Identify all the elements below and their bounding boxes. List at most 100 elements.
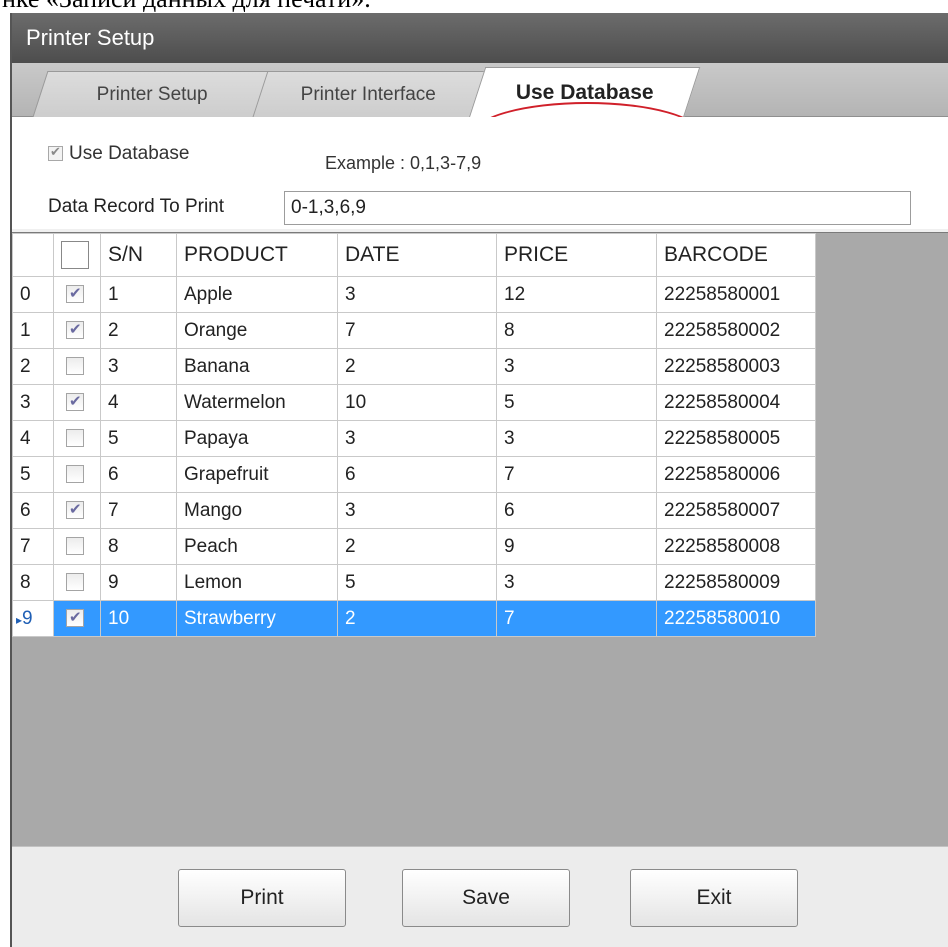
data-record-input[interactable] — [284, 191, 911, 225]
checkbox-icon — [61, 241, 89, 269]
checkbox-icon — [66, 392, 84, 412]
cell-barcode: 22258580004 — [656, 384, 816, 421]
tab-printer-setup[interactable]: Printer Setup — [32, 71, 272, 117]
cell-date: 3 — [337, 492, 497, 529]
column-header-date[interactable]: DATE — [337, 233, 497, 277]
cell-barcode: 22258580006 — [656, 456, 816, 493]
cell-price: 9 — [496, 528, 657, 565]
printer-setup-window: Printer Setup Printer Setup Printer Inte… — [10, 13, 948, 947]
cell-price: 7 — [496, 600, 657, 637]
table-row[interactable]: 67Mango3622258580007 — [12, 492, 816, 529]
tab-label: Printer Setup — [96, 84, 208, 105]
row-checkbox[interactable] — [53, 312, 101, 349]
table-row[interactable]: 0 1Apple31222258580001 — [12, 276, 816, 313]
cell-date: 10 — [337, 384, 497, 421]
row-index-label: 9 — [22, 607, 33, 629]
row-checkbox[interactable] — [53, 600, 101, 637]
row-index: 0 — [12, 276, 54, 313]
row-checkbox[interactable] — [53, 276, 101, 313]
checkbox-icon — [48, 144, 63, 161]
row-index: 3 — [12, 384, 54, 421]
checkbox-icon — [66, 284, 84, 304]
cell-product: Banana — [176, 348, 338, 385]
row-index: 4 — [12, 420, 54, 457]
cell-product: Watermelon — [176, 384, 338, 421]
cell-sn: 2 — [100, 312, 177, 349]
cell-date: 5 — [337, 564, 497, 601]
row-header-corner — [12, 233, 54, 277]
column-header-sn[interactable]: S/N — [100, 233, 177, 277]
cell-barcode: 22258580009 — [656, 564, 816, 601]
cell-barcode: 22258580008 — [656, 528, 816, 565]
cell-price: 7 — [496, 456, 657, 493]
column-header-price[interactable]: PRICE — [496, 233, 657, 277]
cell-sn: 9 — [100, 564, 177, 601]
use-database-checkbox[interactable]: Use Database — [48, 143, 189, 165]
row-checkbox[interactable] — [53, 564, 101, 601]
cell-barcode: 22258580010 — [656, 600, 816, 637]
save-button[interactable]: Save — [402, 869, 570, 927]
tab-label: Printer Interface — [301, 84, 437, 105]
cell-date: 2 — [337, 528, 497, 565]
cell-price: 3 — [496, 564, 657, 601]
example-hint: Example : 0,1,3-7,9 — [325, 153, 482, 173]
checkbox-icon — [66, 537, 84, 556]
row-checkbox[interactable] — [53, 348, 101, 385]
use-database-label: Use Database — [69, 143, 190, 164]
cell-sn: 8 — [100, 528, 177, 565]
cell-sn: 10 — [100, 600, 177, 637]
tab-printer-interface[interactable]: Printer Interface — [252, 71, 486, 117]
row-index: 1 — [12, 312, 54, 349]
row-index: 6 — [12, 492, 54, 529]
row-index: 5 — [12, 456, 54, 493]
button-bar: Print Save Exit — [12, 846, 948, 947]
cell-product: Apple — [176, 276, 338, 313]
table-row[interactable]: 1 2Orange7822258580002 — [12, 312, 816, 349]
cell-date: 6 — [337, 456, 497, 493]
cell-price: 6 — [496, 492, 657, 529]
select-all-checkbox[interactable] — [53, 233, 101, 277]
row-checkbox[interactable] — [53, 456, 101, 493]
cell-barcode: 22258580002 — [656, 312, 816, 349]
exit-button[interactable]: Exit — [630, 869, 798, 927]
table-row[interactable]: 5 6 Grapefruit 6 7 22258580006 — [12, 456, 816, 493]
row-checkbox[interactable] — [53, 528, 101, 565]
checkbox-icon — [66, 357, 84, 376]
checkbox-icon — [66, 608, 84, 628]
checkbox-icon — [66, 320, 84, 340]
table-header-row: S/N PRODUCT DATE PRICE BARCODE — [12, 233, 816, 277]
cell-sn: 6 — [100, 456, 177, 493]
table-row[interactable]: 2 3 Banana 2 3 22258580003 — [12, 348, 816, 385]
row-checkbox[interactable] — [53, 420, 101, 457]
document-caption: нке «Записи данных для печати». — [0, 0, 948, 12]
print-button[interactable]: Print — [178, 869, 346, 927]
table-row[interactable]: 7 8 Peach 2 9 22258580008 — [12, 528, 816, 565]
records-table: S/N PRODUCT DATE PRICE BARCODE 01Apple31… — [12, 233, 816, 637]
database-options-panel: Use Database Example : 0,1,3-7,9 Data Re… — [12, 117, 948, 229]
row-checkbox[interactable] — [53, 492, 101, 529]
cell-product: Lemon — [176, 564, 338, 601]
cell-product: Strawberry — [176, 600, 338, 637]
cell-price: 8 — [496, 312, 657, 349]
row-index: 2 — [12, 348, 54, 385]
cell-date: 3 — [337, 420, 497, 457]
cell-date: 2 — [337, 348, 497, 385]
table-row[interactable]: 4 5 Papaya 3 3 22258580005 — [12, 420, 816, 457]
table-row[interactable]: ▸9 10Strawberry2722258580010 — [12, 600, 816, 637]
cell-price: 12 — [496, 276, 657, 313]
table-row[interactable]: 8 9 Lemon 5 3 22258580009 — [12, 564, 816, 601]
row-checkbox[interactable] — [53, 384, 101, 421]
column-header-barcode[interactable]: BARCODE — [656, 233, 816, 277]
cell-sn: 7 — [100, 492, 177, 529]
data-record-label: Data Record To Print — [48, 196, 225, 217]
cell-product: Grapefruit — [176, 456, 338, 493]
column-header-product[interactable]: PRODUCT — [176, 233, 338, 277]
cell-sn: 5 — [100, 420, 177, 457]
cell-sn: 1 — [100, 276, 177, 313]
cell-price: 3 — [496, 348, 657, 385]
cell-sn: 4 — [100, 384, 177, 421]
cell-product: Mango — [176, 492, 338, 529]
cell-date: 2 — [337, 600, 497, 637]
window-title: Printer Setup — [12, 13, 948, 63]
table-row[interactable]: 3 4Watermelon10522258580004 — [12, 384, 816, 421]
